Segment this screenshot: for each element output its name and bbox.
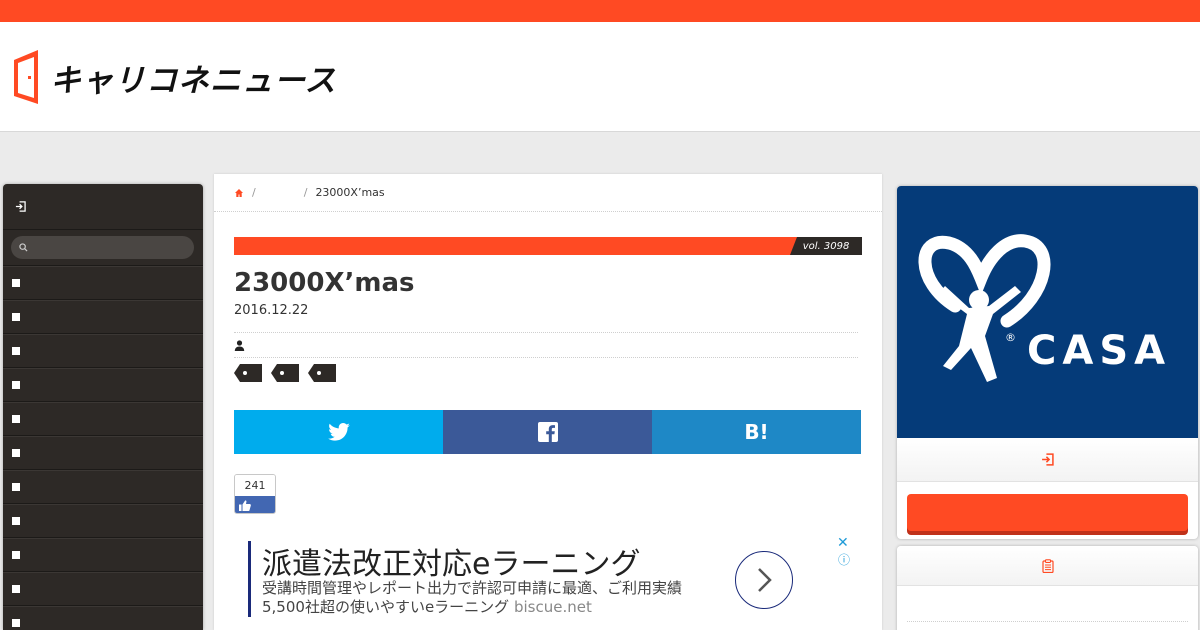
ad-line2-row: 5,500社超の使いやすいeラーニング biscue.net [262,598,682,617]
ad-body: 受講時間管理やレポート出力で許認可申請に最適、ご利用実績 5,500社超の使いや… [262,579,682,617]
search-box[interactable] [11,236,194,259]
casa-wordmark: CASA [1027,328,1171,374]
registered-mark: ® [1005,331,1016,344]
breadcrumb-separator: / [252,186,256,199]
bullet-square-icon [12,619,20,627]
tag-icon[interactable] [308,364,336,382]
top-accent-bar [0,0,1200,22]
ad-arrow-button[interactable] [735,551,793,609]
share-hatena-button[interactable]: B! [652,410,861,454]
nav-item[interactable] [3,504,203,538]
login-icon [15,201,26,212]
ad-headline[interactable]: 派遣法改正対応eラーニング [262,539,640,583]
card2-divider [907,621,1188,622]
nav-item[interactable] [3,300,203,334]
bullet-square-icon [12,551,20,559]
ad-accent-bar [248,541,251,617]
sidebar-action-button[interactable] [907,494,1188,531]
twitter-icon [327,423,350,441]
ad-info-icon[interactable]: ⓘ [838,551,850,568]
breadcrumb-current: 23000X’mas [315,186,385,199]
right-sidebar-card-2 [897,546,1198,630]
vol-tag: vol. 3098 [790,237,862,255]
nav-item[interactable] [3,436,203,470]
vol-bar: vol. 3098 [234,237,862,255]
site-header: キャリコネニュース [0,22,1200,132]
nav-login-button[interactable] [3,184,203,230]
hatena-bookmark-label: B! [744,420,769,444]
like-button[interactable] [235,496,275,513]
user-icon[interactable] [234,339,245,351]
bullet-square-icon [12,483,20,491]
clipboard-icon [1041,558,1054,573]
bullet-square-icon [12,347,20,355]
article-date: 2016.12.22 [234,303,309,318]
login-icon [1042,453,1054,466]
chevron-right-icon [758,568,772,592]
nav-item[interactable] [3,538,203,572]
nav-item[interactable] [3,266,203,300]
like-count: 241 [235,475,275,496]
author-row [234,332,858,358]
right-sidebar-card: ® CASA [897,186,1198,539]
ad-close-icon[interactable]: ✕ [837,535,849,551]
thumbs-up-icon [239,499,251,511]
bullet-square-icon [12,517,20,525]
tag-icon[interactable] [234,364,262,382]
nav-item[interactable] [3,606,203,630]
nav-item[interactable] [3,368,203,402]
share-buttons: B! [234,410,861,454]
article-main: / / 23000X’mas vol. 3098 23000X’mas 2016… [214,174,882,630]
left-sidebar-nav [3,184,203,630]
bullet-square-icon [12,381,20,389]
share-facebook-button[interactable] [443,410,652,454]
card2-header [897,546,1198,586]
share-twitter-button[interactable] [234,410,443,454]
bullet-square-icon [12,313,20,321]
search-icon [19,243,28,252]
search-input[interactable] [34,241,184,254]
tag-list [234,364,336,382]
ad-line1: 受講時間管理やレポート出力で許認可申請に最適、ご利用実績 [262,579,683,597]
sidebar-login-row[interactable] [897,438,1198,482]
ad-line2: 5,500社超の使いやすいeラーニング [262,598,510,616]
ad-banner[interactable]: 派遣法改正対応eラーニング 受講時間管理やレポート出力で許認可申請に最適、ご利用… [248,535,852,619]
nav-search [3,230,203,266]
casa-logo-image: ® CASA [918,234,1171,382]
bullet-square-icon [12,449,20,457]
bullet-square-icon [12,279,20,287]
article-title: 23000X’mas [234,268,415,298]
breadcrumb-separator: / [303,186,308,199]
facebook-like-box[interactable]: 241 [234,474,276,514]
tag-icon[interactable] [271,364,299,382]
casa-banner[interactable]: ® CASA [897,186,1198,438]
nav-item[interactable] [3,470,203,504]
nav-item[interactable] [3,402,203,436]
breadcrumb: / / 23000X’mas [214,174,882,212]
home-icon[interactable] [234,188,244,198]
nav-item[interactable] [3,572,203,606]
site-logo[interactable]: キャリコネニュース [12,48,336,106]
bullet-square-icon [12,585,20,593]
ad-domain: biscue.net [513,598,592,616]
bullet-square-icon [12,415,20,423]
door-logo-icon [14,50,38,104]
logo-text: キャリコネニュース [50,62,337,99]
nav-item[interactable] [3,334,203,368]
facebook-icon [537,422,558,442]
